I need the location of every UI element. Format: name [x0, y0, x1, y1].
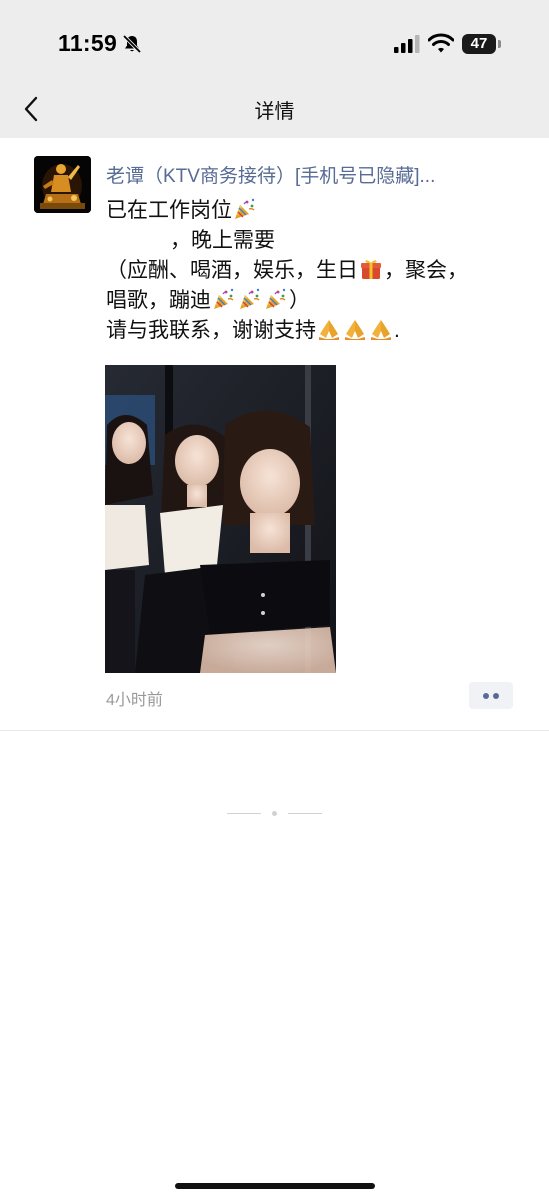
avatar[interactable] — [34, 156, 91, 213]
battery-tip — [498, 40, 501, 48]
end-dot — [272, 811, 277, 816]
folded-hands-icon — [317, 317, 341, 341]
post-text-segment: 已在工作岗位 — [106, 199, 232, 222]
post-line: 已在工作岗位 — [106, 196, 526, 226]
post-line: （应酬、喝酒，娱乐，生日 ，聚会， — [106, 256, 526, 286]
home-indicator[interactable] — [175, 1183, 375, 1189]
end-of-content-marker — [227, 810, 323, 816]
folded-hands-icon — [343, 317, 367, 341]
post-text-segment: . — [394, 319, 400, 342]
dot-icon — [483, 693, 489, 699]
post-photo[interactable] — [105, 365, 336, 673]
header-area: 11:59 47 详情 — [0, 0, 549, 138]
post-text-segment: ，聚会， — [384, 259, 468, 282]
photo-of-three-women — [105, 365, 336, 673]
post-text-segment: （应酬、喝酒，娱乐，生日 — [106, 259, 358, 282]
post-line: ，晚上需要 — [106, 226, 526, 256]
end-line — [227, 813, 261, 814]
end-line — [288, 813, 322, 814]
party-popper-icon — [212, 287, 236, 311]
more-actions-button[interactable] — [469, 682, 513, 709]
gift-icon — [359, 257, 383, 281]
cellular-signal-icon — [394, 35, 420, 53]
folded-hands-icon — [369, 317, 393, 341]
post-content: 已在工作岗位 ，晚上需要 （应酬、喝酒，娱乐，生日 ，聚会， 唱歌，蹦迪 ） 请与我… — [106, 196, 526, 346]
post-timestamp: 4小时前 — [106, 692, 163, 709]
divider — [0, 730, 549, 731]
post-text-segment: ） — [289, 289, 310, 312]
nav-bar: 详情 — [0, 80, 549, 136]
party-popper-icon — [233, 197, 257, 221]
page-title: 详情 — [254, 101, 295, 123]
post-text-segment: ，晚上需要 — [170, 229, 275, 252]
wifi-icon — [428, 33, 454, 53]
post-line: 请与我联系，谢谢支持. — [106, 316, 526, 346]
party-popper-icon — [238, 287, 262, 311]
status-time: 11:59 — [58, 30, 118, 56]
dot-icon — [493, 693, 499, 699]
bell-slash-icon — [122, 34, 142, 54]
post-line: 唱歌，蹦迪 ） — [106, 286, 526, 316]
battery-indicator: 47 — [462, 34, 496, 54]
post-text-segment: 唱歌，蹦迪 — [106, 289, 211, 312]
post-text-segment: 请与我联系，谢谢支持 — [106, 319, 316, 342]
party-popper-icon — [264, 287, 288, 311]
author-name-link[interactable]: 老谭（KTV商务接待）[手机号已隐藏]... — [106, 161, 526, 188]
status-bar: 11:59 47 — [0, 0, 549, 80]
golden-statue-avatar-image — [34, 156, 91, 213]
